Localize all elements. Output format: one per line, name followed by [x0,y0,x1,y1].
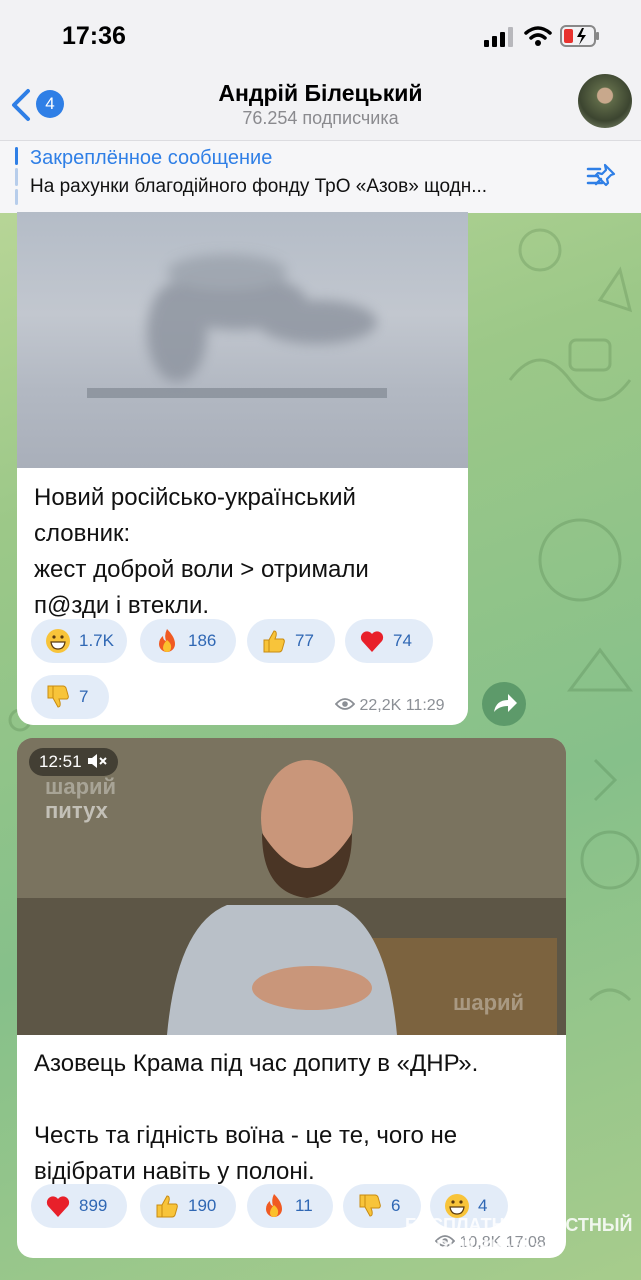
message-text: Азовець Крама під час допиту в «ДНР». Че… [34,1046,478,1190]
reaction-thumbs-down[interactable]: 7 [31,675,109,719]
message-text-line: Азовець Крама під час допиту в «ДНР». [34,1050,479,1077]
video-duration: 12:51 [39,752,82,771]
message-photo[interactable] [17,212,468,468]
battery-low-icon [560,25,599,47]
pinned-indicator [15,147,18,205]
message-text-line: Новий російсько-український [34,484,356,511]
reaction-count: 6 [391,1196,401,1215]
watermark-line: БЕСПЛАТНЫЙ ЧАСТНЫЙ [405,1215,633,1235]
message-video[interactable]: 12:51 шарий питух шарий [17,738,566,1035]
reaction-fire[interactable]: 11 [247,1184,333,1228]
message-time: 11:29 [405,697,445,714]
smoke-photo-illustration [87,254,387,398]
grin-emoji-icon [46,629,70,653]
cellular-signal-icon [484,27,513,47]
video-watermark: шарий [453,990,525,1015]
reaction-count: 899 [79,1196,108,1215]
reaction-fire[interactable]: 186 [140,619,236,663]
reaction-count: 4 [478,1196,488,1215]
video-duration-badge: 12:51 [29,748,119,776]
muted-speaker-icon[interactable] [86,753,108,769]
pinned-list-icon[interactable] [584,159,618,193]
thumbs-up-emoji-icon [263,630,285,653]
pinned-text: На рахунки благодійного фонду ТрО «Азов»… [30,176,488,197]
status-time: 17:36 [62,22,126,50]
heart-emoji-icon [46,1196,70,1217]
reaction-count: 190 [188,1196,217,1215]
pinned-message-bar[interactable]: Закреплённое сообщение На рахунки благод… [0,140,641,213]
reaction-heart[interactable]: 74 [345,619,433,663]
thumbs-down-emoji-icon [47,685,69,708]
reaction-grin[interactable]: 1.7K [31,619,127,663]
reaction-count: 7 [79,687,89,706]
message-text-line: Честь та гідність воїна - це те, чого не [34,1122,458,1149]
fire-emoji-icon [266,1194,282,1217]
heart-emoji-icon [360,631,384,652]
video-watermark: шарий [45,774,117,799]
source-watermark: БЕСПЛАТНЫЙ ЧАСТНЫЙ ШАРИЙ Sharij.net [405,1214,632,1258]
subscriber-count: 76.254 подписчика [242,108,399,128]
status-bar: 17:36 [0,0,641,72]
share-arrow-icon [494,694,517,712]
reaction-thumbs-up[interactable]: 190 [140,1184,236,1228]
thumbs-up-emoji-icon [156,1195,178,1218]
chat-header: 4 Андрій Білецький 76.254 подписчика [0,72,641,140]
watermark-line: ШАРИЙ Sharij.net [405,1237,561,1257]
wifi-icon [524,26,552,46]
message-text-line [34,1082,478,1118]
channel-title[interactable]: Андрій Білецький [0,80,641,107]
reaction-count: 186 [188,631,217,650]
reaction-count: 74 [393,631,412,650]
share-button[interactable] [482,682,526,726]
reaction-count: 1.7K [79,631,114,650]
thumbs-down-emoji-icon [359,1194,381,1217]
message-meta: 22,2K 11:29 [334,697,445,715]
reaction-thumbs-up[interactable]: 77 [247,619,335,663]
views-eye-icon [334,698,356,710]
message-bubble[interactable]: 12:51 шарий питух шарий Азовець Крама пі… [17,738,566,1258]
video-watermark: питух [45,798,108,823]
message-text: Новий російсько-український словник: жес… [34,480,369,624]
message-text-line: словник: [34,520,131,547]
message-bubble[interactable]: Новий російсько-український словник: жес… [17,212,468,725]
view-count: 22,2K [359,697,402,714]
fire-emoji-icon [159,629,175,652]
reaction-count: 77 [295,631,314,650]
reaction-heart[interactable]: 899 [31,1184,127,1228]
reaction-count: 11 [295,1196,313,1215]
channel-avatar[interactable] [578,74,632,128]
pinned-label: Закреплённое сообщение [30,147,273,169]
message-text-line: жест доброй воли > отримали [34,556,369,583]
